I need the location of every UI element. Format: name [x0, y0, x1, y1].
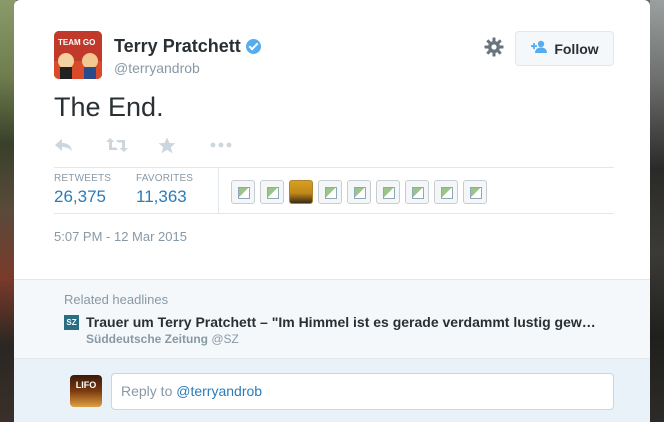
favoriter-avatar[interactable]	[289, 180, 313, 204]
sz-logo-icon: SZ	[64, 315, 79, 330]
author-fullname[interactable]: Terry Pratchett	[114, 36, 241, 57]
favoriter-avatar[interactable]	[434, 180, 458, 204]
tweet-card: TEAM GO Terry Pratchett @terryandrob Fol…	[14, 0, 650, 422]
add-user-icon	[530, 40, 548, 57]
gear-icon-graphic	[484, 37, 504, 57]
related-headline-source: Süddeutsche Zeitung @SZ	[86, 332, 239, 346]
reply-area: LIFO Reply to @terryandrob	[14, 359, 650, 422]
verified-badge-icon	[245, 39, 261, 54]
favorites-label: FAVORITES	[136, 173, 194, 184]
related-headlines: Related headlines SZ Trauer um Terry Pra…	[14, 279, 650, 359]
add-user-icon-graphic	[531, 40, 548, 53]
favorite-icon[interactable]	[158, 137, 210, 157]
reply-icon[interactable]	[54, 137, 106, 157]
background-photo-right	[650, 0, 664, 422]
favoriter-avatar[interactable]	[231, 180, 255, 204]
tweet-actions	[54, 137, 262, 157]
favoriter-avatar[interactable]	[318, 180, 342, 204]
favoriter-avatar[interactable]	[347, 180, 371, 204]
retweet-stat[interactable]: RETWEETS 26,375	[54, 173, 111, 207]
related-headline-link[interactable]: Trauer um Terry Pratchett – "Im Himmel i…	[86, 314, 606, 330]
stats-divider-top	[54, 167, 614, 168]
follow-button-label: Follow	[554, 40, 599, 57]
tweet-body: TEAM GO Terry Pratchett @terryandrob Fol…	[14, 0, 650, 279]
reply-mention: @terryandrob	[176, 383, 263, 399]
favoriter-avatar[interactable]	[260, 180, 284, 204]
favoriter-avatar[interactable]	[405, 180, 429, 204]
favorites-count[interactable]: 11,363	[136, 187, 193, 207]
author-avatar[interactable]: TEAM GO	[54, 31, 102, 79]
stats-vertical-divider	[218, 167, 219, 213]
stats-divider-bottom	[54, 213, 614, 214]
favoriter-avatar[interactable]	[463, 180, 487, 204]
reply-prefix: Reply to	[121, 383, 177, 399]
favorite-stat[interactable]: FAVORITES 11,363	[136, 173, 193, 207]
related-headlines-title: Related headlines	[64, 292, 169, 307]
retweet-icon[interactable]	[106, 137, 158, 157]
author-handle[interactable]: @terryandrob	[114, 60, 200, 76]
retweets-count[interactable]: 26,375	[54, 187, 111, 207]
tweet-timestamp[interactable]: 5:07 PM - 12 Mar 2015	[54, 229, 187, 244]
svg-text:TEAM GO: TEAM GO	[58, 38, 95, 47]
reply-input[interactable]: Reply to @terryandrob	[111, 373, 614, 410]
avatar-image: TEAM GO	[54, 31, 102, 79]
more-icon[interactable]	[210, 137, 262, 157]
source-handle[interactable]: @SZ	[211, 332, 239, 346]
favoriter-avatars	[231, 180, 487, 204]
gear-icon[interactable]	[483, 37, 505, 59]
author-name-row[interactable]: Terry Pratchett	[114, 36, 261, 57]
tweet-text: The End.	[54, 92, 164, 122]
source-name[interactable]: Süddeutsche Zeitung	[86, 332, 208, 346]
retweets-label: RETWEETS	[54, 173, 112, 184]
follow-button[interactable]: Follow	[515, 31, 614, 66]
favoriter-avatar[interactable]	[376, 180, 400, 204]
current-user-avatar: LIFO	[70, 375, 102, 407]
